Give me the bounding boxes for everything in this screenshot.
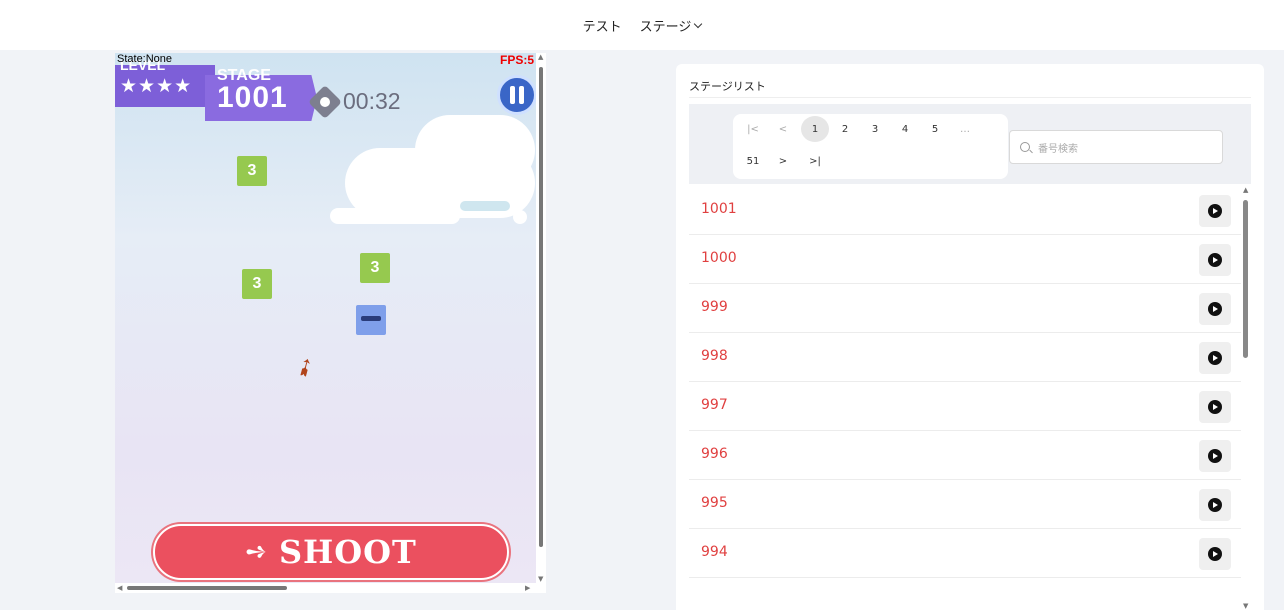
number-block: 3: [242, 269, 272, 299]
scroll-down-icon[interactable]: ▼: [1243, 602, 1248, 610]
play-button[interactable]: [1199, 391, 1231, 423]
pause-bar: [519, 86, 524, 104]
list-item[interactable]: 994: [689, 529, 1241, 578]
play-icon: [1208, 449, 1222, 463]
play-icon: [1208, 204, 1222, 218]
scroll-left-icon[interactable]: ◀: [117, 584, 122, 592]
game-viewport[interactable]: State:None FPS:5 LEVEL ★★★★ STAGE 1001 0…: [115, 53, 546, 593]
bow-arrow-icon: ➺: [245, 537, 267, 567]
cloud: [415, 115, 535, 185]
horizontal-scrollbar[interactable]: ◀ ▶: [115, 583, 536, 593]
pause-button[interactable]: [497, 75, 536, 115]
stage-number[interactable]: 995: [701, 495, 728, 511]
next-page-button[interactable]: >: [769, 148, 797, 174]
shoot-label: SHOOT: [278, 533, 417, 571]
list-item[interactable]: 996: [689, 431, 1241, 480]
stage-number[interactable]: 1000: [701, 250, 737, 266]
stage-list-panel: ステージリスト |< < 1 2 3 4 5 … 51 > >| 番号検索 10…: [676, 64, 1264, 610]
nav-stage-label: ステージ: [639, 19, 692, 35]
panel-title: ステージリスト: [689, 80, 766, 93]
level-stars: ★★★★: [120, 75, 193, 97]
play-button[interactable]: [1199, 195, 1231, 227]
play-icon: [1208, 547, 1222, 561]
stage-number[interactable]: 998: [701, 348, 728, 364]
timer: 00:32: [343, 88, 401, 114]
page-5[interactable]: 5: [921, 116, 949, 142]
search-input[interactable]: 番号検索: [1009, 130, 1223, 164]
game-canvas[interactable]: State:None FPS:5 LEVEL ★★★★ STAGE 1001 0…: [115, 53, 536, 583]
stage-list[interactable]: 1001 1000 999 998 997 996 995 994 ▲ ▼: [689, 186, 1251, 610]
first-page-button[interactable]: |<: [739, 116, 767, 142]
enemy-block: [356, 305, 386, 335]
nav-test[interactable]: テスト: [583, 16, 622, 35]
stage-number: 1001: [217, 81, 288, 114]
stage-number[interactable]: 997: [701, 397, 728, 413]
page-3[interactable]: 3: [861, 116, 889, 142]
search-icon: [1020, 142, 1030, 152]
scrollbar-thumb[interactable]: [1243, 200, 1248, 358]
scroll-right-icon[interactable]: ▶: [525, 584, 530, 592]
cloud: [513, 210, 527, 224]
pagination: |< < 1 2 3 4 5 … 51 > >|: [733, 114, 1008, 179]
list-item[interactable]: 1000: [689, 235, 1241, 284]
divider: [689, 97, 1251, 98]
sunglasses-icon: [361, 316, 381, 321]
play-button[interactable]: [1199, 244, 1231, 276]
scroll-up-icon[interactable]: ▲: [538, 53, 543, 61]
top-nav: テスト ステージ: [0, 0, 1284, 50]
play-icon: [1208, 498, 1222, 512]
play-button[interactable]: [1199, 538, 1231, 570]
nav-stage-dropdown[interactable]: ステージ: [639, 16, 703, 35]
page-ellipsis[interactable]: …: [951, 116, 979, 142]
list-item[interactable]: 998: [689, 333, 1241, 382]
play-button[interactable]: [1199, 440, 1231, 472]
fps-counter: FPS:5: [499, 53, 534, 67]
play-button[interactable]: [1199, 342, 1231, 374]
bow-icon: ➹: [289, 349, 321, 385]
scrollbar-thumb[interactable]: [127, 586, 287, 590]
cloud: [330, 208, 460, 224]
list-item[interactable]: 997: [689, 382, 1241, 431]
list-toolbar: |< < 1 2 3 4 5 … 51 > >| 番号検索: [689, 104, 1251, 184]
list-scrollbar[interactable]: ▲ ▼: [1241, 186, 1251, 610]
stage-number[interactable]: 1001: [701, 201, 737, 217]
page-4[interactable]: 4: [891, 116, 919, 142]
page-51[interactable]: 51: [739, 148, 767, 174]
search-placeholder: 番号検索: [1038, 143, 1078, 155]
number-block: 3: [237, 156, 267, 186]
page-2[interactable]: 2: [831, 116, 859, 142]
prev-page-button[interactable]: <: [769, 116, 797, 142]
play-icon: [1208, 351, 1222, 365]
vertical-scrollbar[interactable]: ▲ ▼: [536, 53, 546, 583]
chevron-down-icon: [694, 19, 703, 28]
scrollbar-thumb[interactable]: [539, 67, 543, 547]
stage-number[interactable]: 999: [701, 299, 728, 315]
number-block: 3: [360, 253, 390, 283]
play-icon: [1208, 253, 1222, 267]
list-item[interactable]: 995: [689, 480, 1241, 529]
scroll-up-icon[interactable]: ▲: [1243, 186, 1248, 194]
list-item[interactable]: 999: [689, 284, 1241, 333]
shoot-button[interactable]: ➺ SHOOT: [153, 524, 509, 580]
page-1[interactable]: 1: [801, 116, 829, 142]
play-icon: [1208, 400, 1222, 414]
state-text: State:None: [117, 53, 173, 65]
last-page-button[interactable]: >|: [801, 148, 829, 174]
stage-number[interactable]: 994: [701, 544, 728, 560]
play-icon: [1208, 302, 1222, 316]
pause-bar: [510, 86, 515, 104]
play-button[interactable]: [1199, 293, 1231, 325]
stage-number[interactable]: 996: [701, 446, 728, 462]
scroll-down-icon[interactable]: ▼: [538, 575, 543, 583]
play-button[interactable]: [1199, 489, 1231, 521]
list-item[interactable]: 1001: [689, 186, 1241, 235]
cloud: [460, 201, 510, 211]
